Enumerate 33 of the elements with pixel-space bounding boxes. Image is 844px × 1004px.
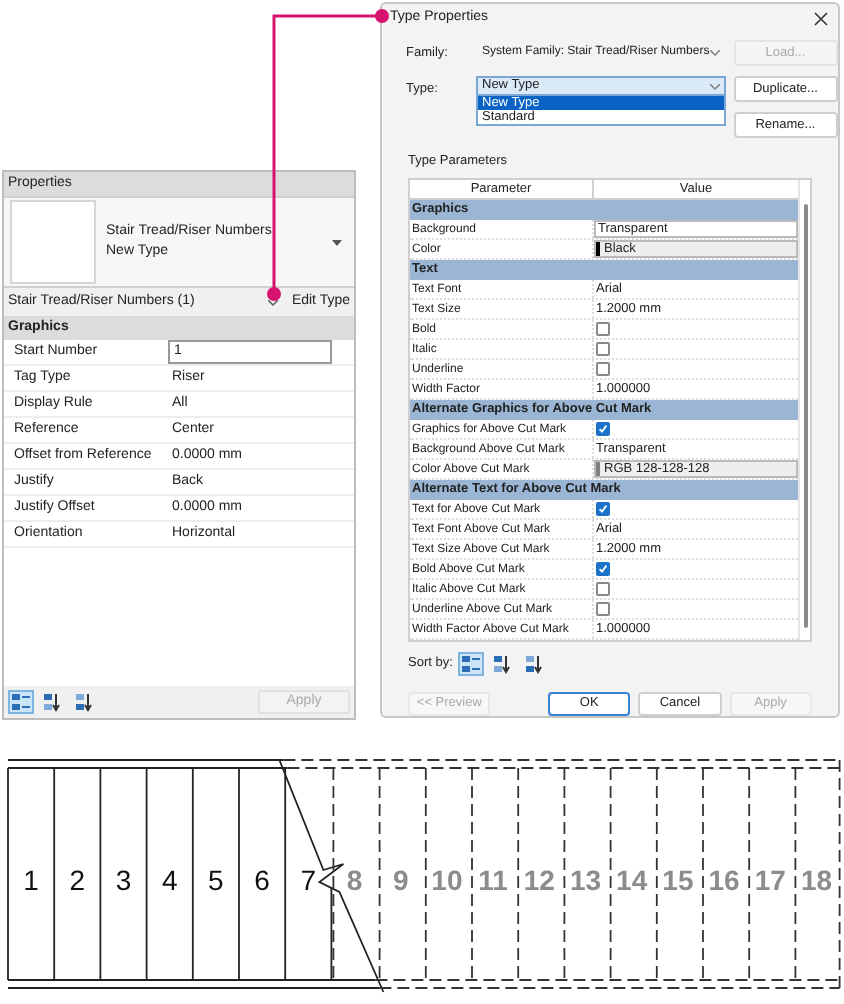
checkbox[interactable] xyxy=(596,322,610,336)
tread-number: 12 xyxy=(523,864,555,896)
category-sort-icon[interactable] xyxy=(8,690,34,714)
category-sort-icon[interactable] xyxy=(458,652,485,676)
checkbox[interactable] xyxy=(596,582,610,596)
tread-number: 6 xyxy=(254,864,270,896)
tread-number: 15 xyxy=(662,864,694,896)
tread-number: 8 xyxy=(346,864,363,896)
tread-number: 2 xyxy=(69,864,86,896)
tread-number: 18 xyxy=(800,864,833,896)
checkbox[interactable] xyxy=(596,362,610,376)
checkbox[interactable] xyxy=(596,602,610,616)
tread-number: 10 xyxy=(431,864,463,896)
tread-number: 16 xyxy=(708,864,740,896)
tread-number: 1 xyxy=(23,864,39,896)
close-icon[interactable] xyxy=(814,10,830,27)
tread-number: 14 xyxy=(616,864,648,896)
checkbox[interactable] xyxy=(596,342,610,356)
tread-number: 17 xyxy=(754,864,786,896)
tread-number: 5 xyxy=(208,864,224,896)
tread-number: 3 xyxy=(115,864,132,896)
chevron-down-icon xyxy=(709,50,720,57)
tread-number: 4 xyxy=(161,864,178,896)
sort-ascending-icon[interactable] xyxy=(40,690,66,714)
tread-number: 13 xyxy=(569,864,602,896)
tread-number: 11 xyxy=(478,864,508,896)
chevron-down-icon xyxy=(709,83,720,90)
scrollbar[interactable] xyxy=(798,180,810,640)
tread-number: 9 xyxy=(392,864,409,896)
sort-descending-icon[interactable] xyxy=(72,690,98,714)
chevron-down-icon xyxy=(267,299,278,305)
dropdown-arrow-icon xyxy=(332,239,342,245)
tread-number: 7 xyxy=(300,864,317,896)
